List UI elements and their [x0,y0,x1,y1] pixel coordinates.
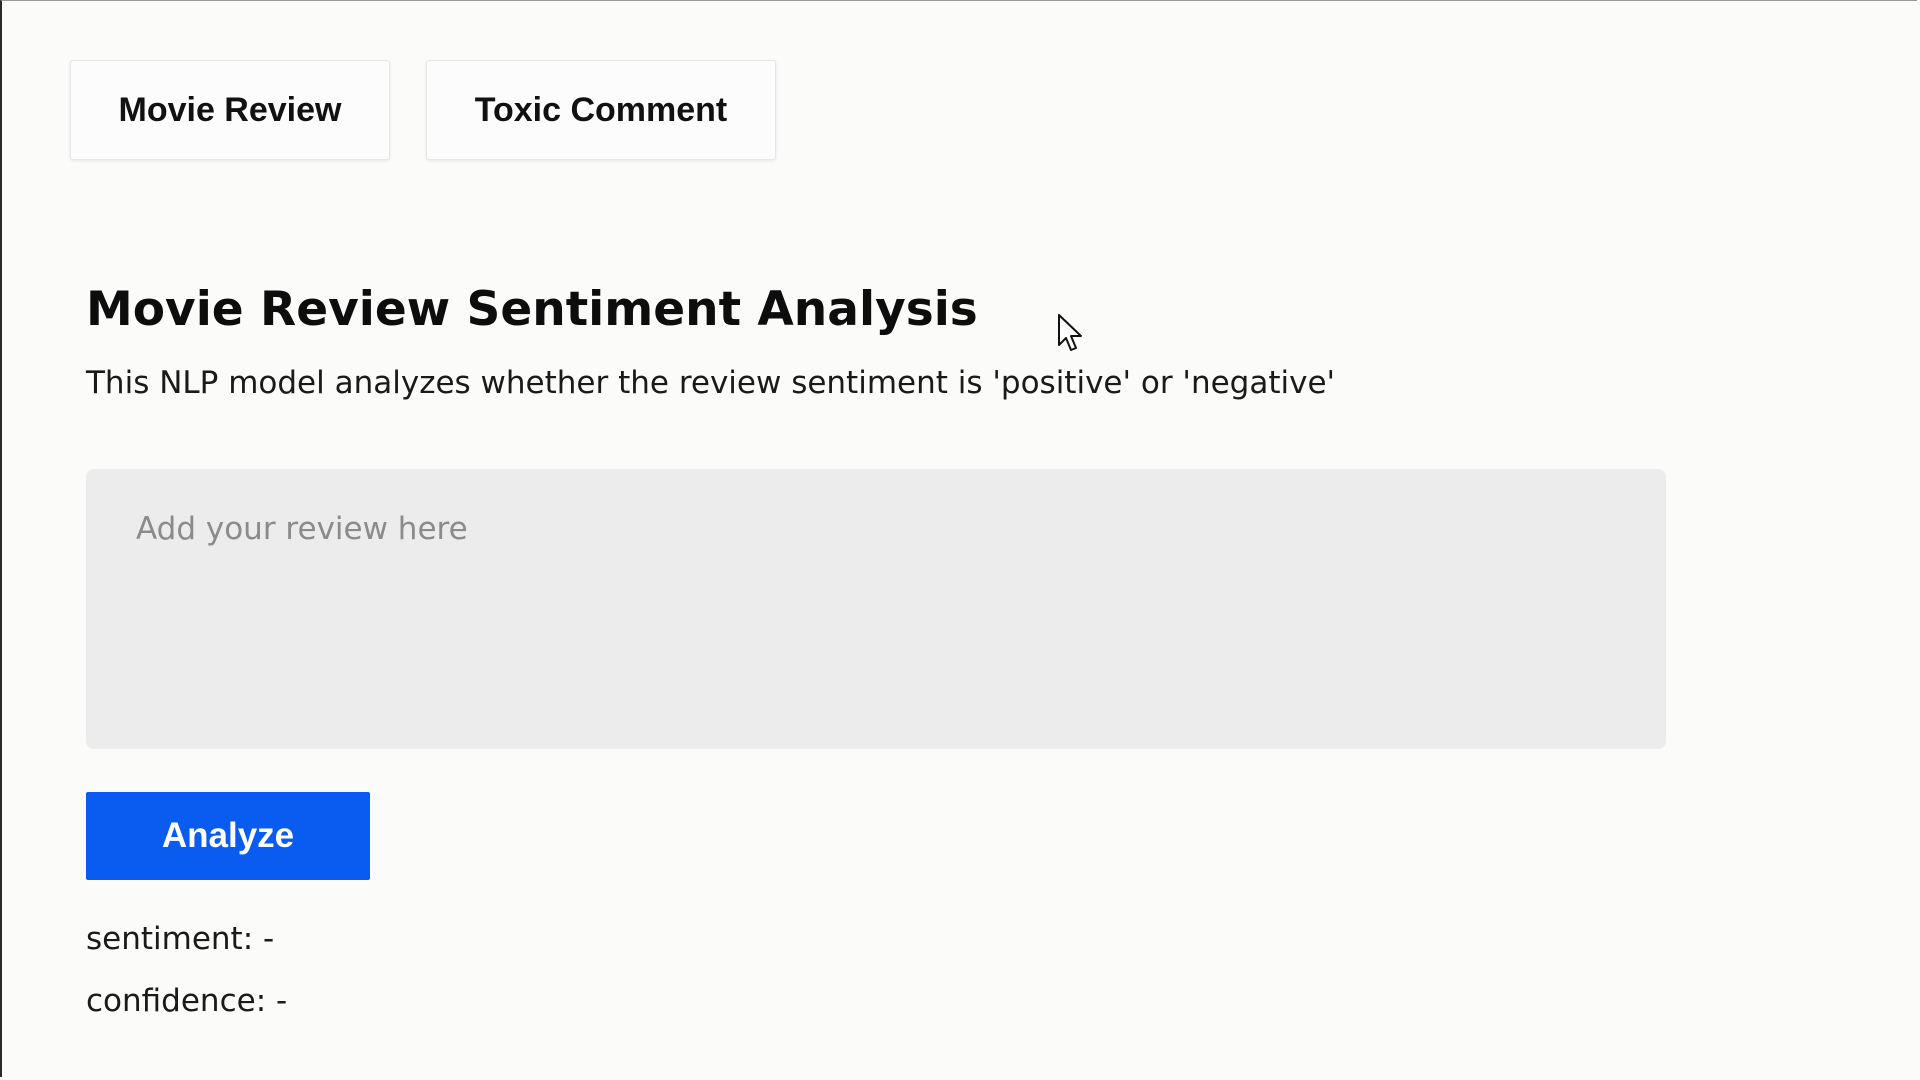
analyze-button[interactable]: Analyze [86,792,370,880]
tab-movie-review[interactable]: Movie Review [70,60,390,160]
confidence-result: confidence: - [86,983,288,1019]
tab-movie-review-label: Movie Review [118,90,342,129]
sentiment-result: sentiment: - [86,921,275,957]
model-description: This NLP model analyzes whether the revi… [86,365,1336,401]
mouse-pointer-icon [1058,314,1082,351]
page-title: Movie Review Sentiment Analysis [86,282,978,337]
tab-toxic-comment-label: Toxic Comment [474,90,728,129]
model-tabs: Movie Review Toxic Comment [70,60,776,160]
review-input[interactable] [86,469,1666,749]
tab-toxic-comment[interactable]: Toxic Comment [426,60,776,160]
